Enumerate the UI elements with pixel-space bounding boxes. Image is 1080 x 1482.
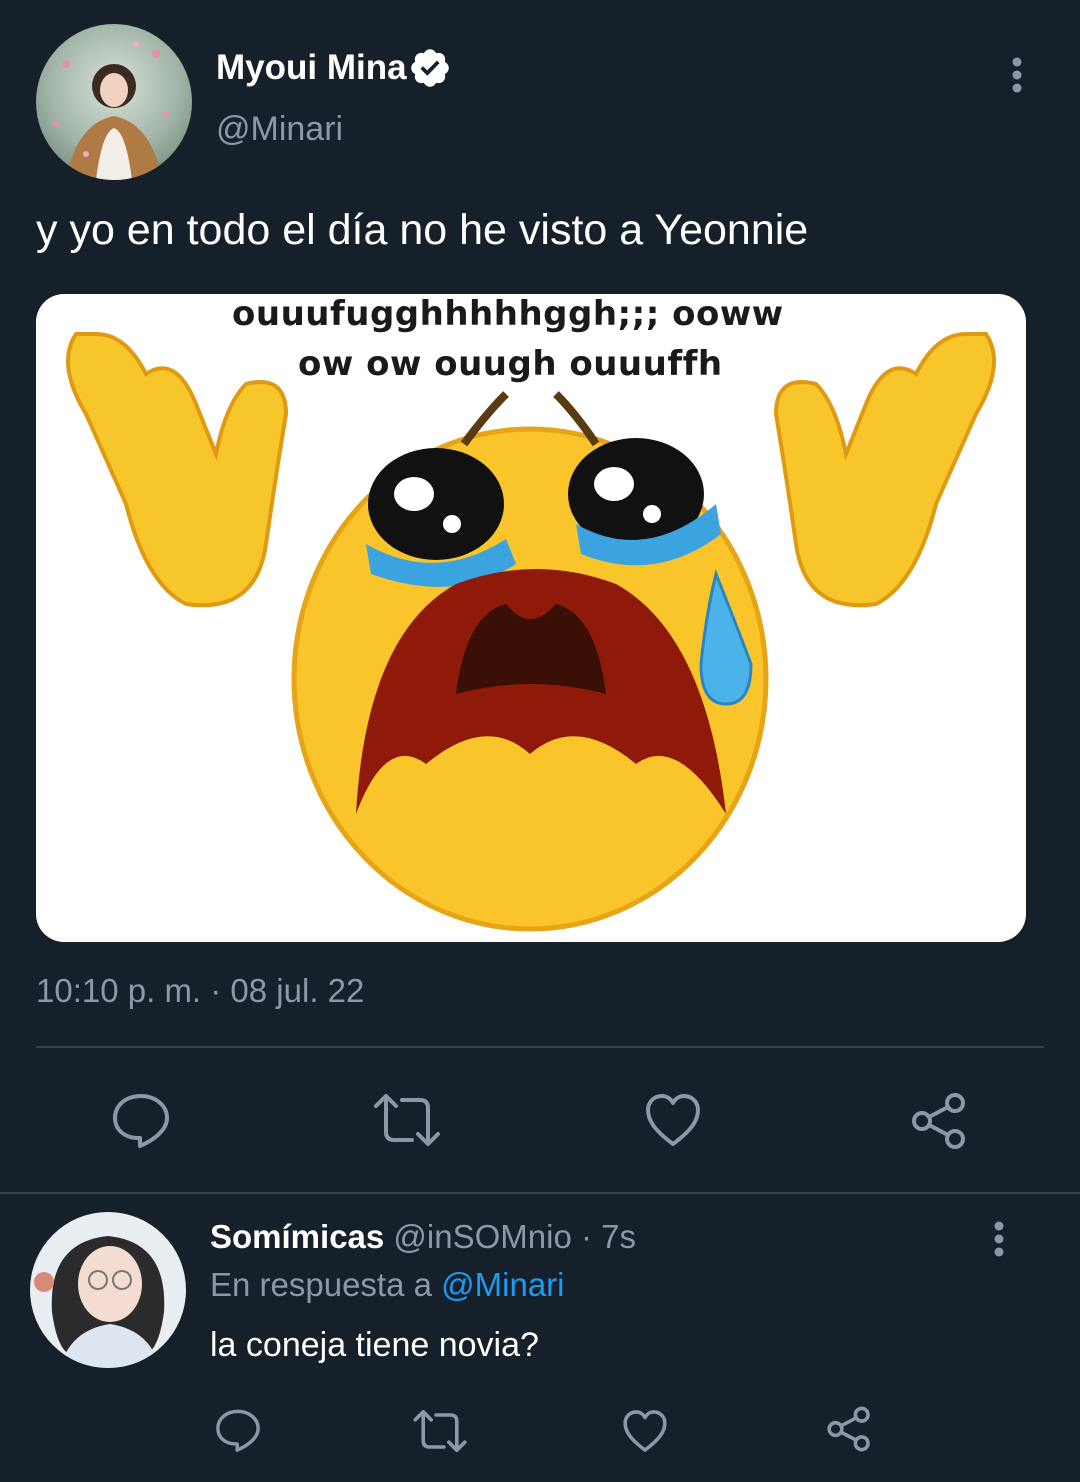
more-vertical-icon[interactable] [1004, 56, 1030, 96]
author-handle[interactable]: @Minari [216, 110, 343, 149]
reply-prefix: En respuesta a [210, 1266, 432, 1303]
verified-icon [408, 46, 452, 90]
reply-to-link[interactable]: @Minari [441, 1266, 564, 1303]
tweet-image[interactable]: ouuufugghhhhhggh;;; ooww ow ow ouugh ouu… [36, 294, 1026, 942]
retweet-icon[interactable] [412, 1408, 468, 1454]
divider [0, 1192, 1080, 1194]
image-caption-line-1: ouuufugghhhhhggh;;; ooww [232, 294, 784, 334]
author-name[interactable]: Myoui Mina [216, 48, 407, 88]
crying-emoji-illustration [66, 332, 996, 932]
retweet-icon[interactable] [372, 1092, 442, 1148]
author-avatar[interactable] [36, 24, 192, 180]
tweet-text: y yo en todo el día no he visto a Yeonni… [36, 206, 809, 254]
reply-text: la coneja tiene novia? [210, 1326, 539, 1364]
tweet-timestamp[interactable]: 10:10 p. m. · 08 jul. 22 [36, 972, 364, 1010]
reply-header: Somímicas @inSOMnio · 7s [210, 1218, 636, 1256]
reply-avatar[interactable] [30, 1212, 186, 1368]
like-icon[interactable] [622, 1408, 668, 1454]
reply-handle-time[interactable]: @inSOMnio · 7s [393, 1218, 636, 1255]
share-icon[interactable] [826, 1406, 872, 1452]
reply-context: En respuesta a @Minari [210, 1266, 565, 1304]
image-caption-line-2: ow ow ouugh ouuuffh [298, 344, 723, 384]
divider [36, 1046, 1044, 1048]
share-icon[interactable] [910, 1092, 968, 1150]
reply-author-name[interactable]: Somímicas [210, 1218, 384, 1255]
like-icon[interactable] [644, 1092, 702, 1148]
reply-icon[interactable] [110, 1090, 172, 1150]
more-vertical-icon[interactable] [986, 1220, 1012, 1260]
reply-icon[interactable] [214, 1406, 262, 1454]
